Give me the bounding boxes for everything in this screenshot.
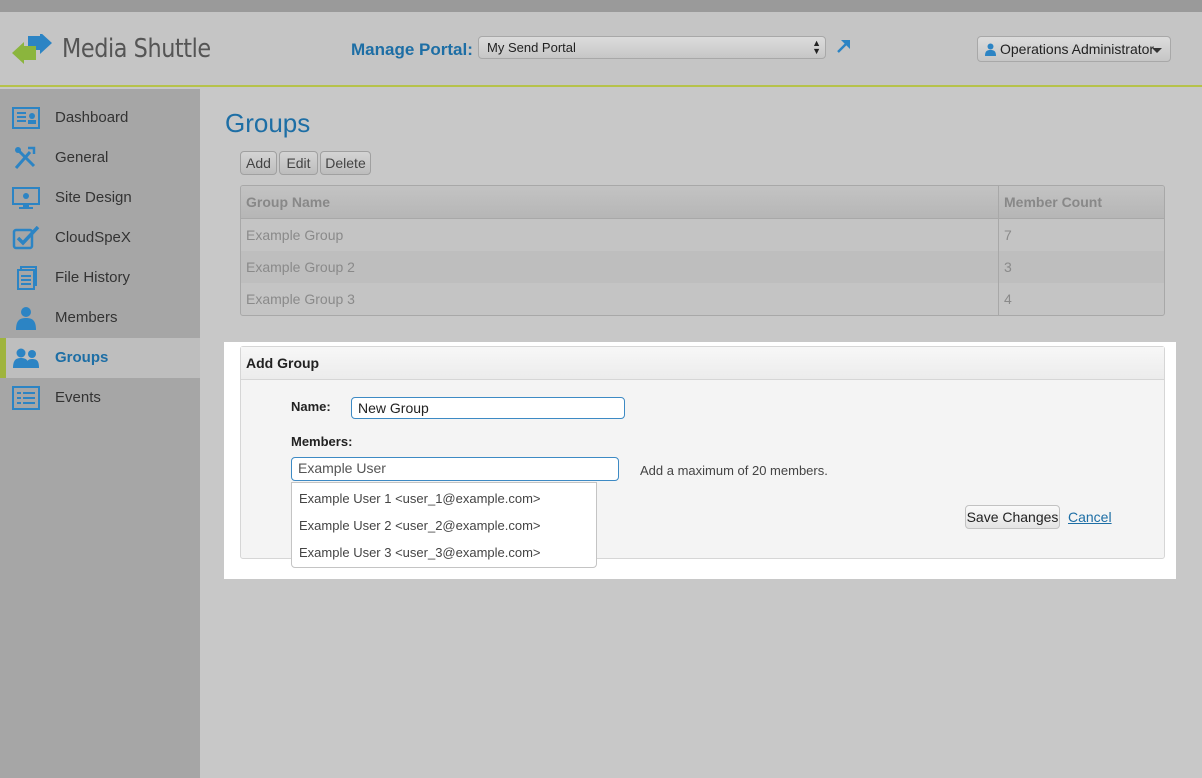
sidebar-item-site-design[interactable]: Site Design (0, 178, 200, 218)
sidebar: Dashboard General Site Design CloudSpeX (0, 89, 200, 778)
table-header: Group Name Member Count (241, 186, 1164, 219)
dashboard-icon (12, 107, 40, 129)
events-icon (12, 386, 40, 410)
page-title: Groups (225, 108, 311, 138)
column-header-group-name[interactable]: Group Name (241, 186, 330, 218)
group-name-cell: Example Group 3 (246, 291, 355, 307)
member-count-cell: 3 (1004, 259, 1012, 275)
group-name-cell: Example Group (246, 227, 344, 243)
user-menu-label: Operations Administrator (1000, 41, 1155, 57)
sidebar-item-dashboard[interactable]: Dashboard (0, 98, 200, 138)
group-name-cell: Example Group 2 (246, 259, 355, 275)
select-arrows-icon: ▲ ▼ (812, 38, 821, 56)
name-label: Name: (291, 399, 331, 414)
open-portal-icon[interactable] (835, 38, 851, 54)
member-suggestions-dropdown: Example User 1 <user_1@example.com> Exam… (291, 482, 597, 568)
user-icon (985, 43, 996, 56)
portal-select-value: My Send Portal (487, 40, 576, 55)
members-hint: Add a maximum of 20 members. (640, 463, 828, 478)
table-row[interactable]: Example Group 2 3 (241, 251, 1164, 283)
sidebar-item-general[interactable]: General (0, 138, 200, 178)
edit-button[interactable]: Edit (279, 151, 318, 175)
table-row[interactable]: Example Group 3 4 (241, 283, 1164, 315)
member-icon (16, 307, 36, 330)
groups-icon (13, 348, 39, 368)
sidebar-item-label: General (55, 149, 109, 166)
user-menu-button[interactable]: Operations Administrator (977, 36, 1171, 62)
column-header-member-count[interactable]: Member Count (999, 186, 1102, 218)
save-changes-button[interactable]: Save Changes (965, 505, 1060, 529)
member-count-cell: 4 (1004, 291, 1012, 307)
sidebar-item-file-history[interactable]: File History (0, 258, 200, 298)
group-name-input[interactable]: New Group (351, 397, 625, 419)
sidebar-item-label: Events (55, 389, 101, 406)
table-row[interactable]: Example Group 7 (241, 219, 1164, 251)
sidebar-item-events[interactable]: Events (0, 378, 200, 418)
media-shuttle-logo-icon (12, 34, 52, 64)
app-name: Media Shuttle (62, 34, 211, 64)
sidebar-item-label: CloudSpeX (55, 229, 131, 246)
file-history-icon (17, 266, 37, 290)
suggestion-item[interactable]: Example User 2 <user_2@example.com> (292, 512, 596, 539)
dialog-title: Add Group (241, 347, 1164, 380)
sidebar-item-label: Groups (55, 349, 109, 366)
suggestion-item[interactable]: Example User 1 <user_1@example.com> (292, 485, 596, 512)
site-design-icon (12, 187, 40, 209)
tools-icon (14, 146, 36, 169)
app-header: Media Shuttle Manage Portal: My Send Por… (0, 12, 1202, 87)
sidebar-item-label: Site Design (55, 189, 132, 206)
groups-table: Group Name Member Count Example Group 7 … (240, 185, 1165, 316)
members-input[interactable]: Example User (291, 457, 619, 481)
sidebar-item-members[interactable]: Members (0, 298, 200, 338)
member-count-cell: 7 (1004, 227, 1012, 243)
sidebar-item-label: Members (55, 309, 118, 326)
add-button[interactable]: Add (240, 151, 277, 175)
column-divider (998, 186, 999, 315)
portal-select[interactable]: My Send Portal ▲ ▼ (478, 36, 826, 59)
sidebar-item-label: File History (55, 269, 131, 286)
members-label: Members: (291, 434, 353, 449)
sidebar-item-groups[interactable]: Groups (0, 338, 200, 378)
chevron-down-icon (1152, 48, 1162, 53)
suggestion-item[interactable]: Example User 3 <user_3@example.com> (292, 539, 596, 566)
browser-top-strip (0, 0, 1202, 12)
sidebar-item-cloudspex[interactable]: CloudSpeX (0, 218, 200, 258)
sidebar-item-label: Dashboard (55, 109, 129, 126)
checkbox-icon (12, 226, 40, 250)
delete-button[interactable]: Delete (320, 151, 371, 175)
manage-portal-label: Manage Portal: (351, 40, 473, 59)
cancel-link[interactable]: Cancel (1068, 509, 1112, 525)
